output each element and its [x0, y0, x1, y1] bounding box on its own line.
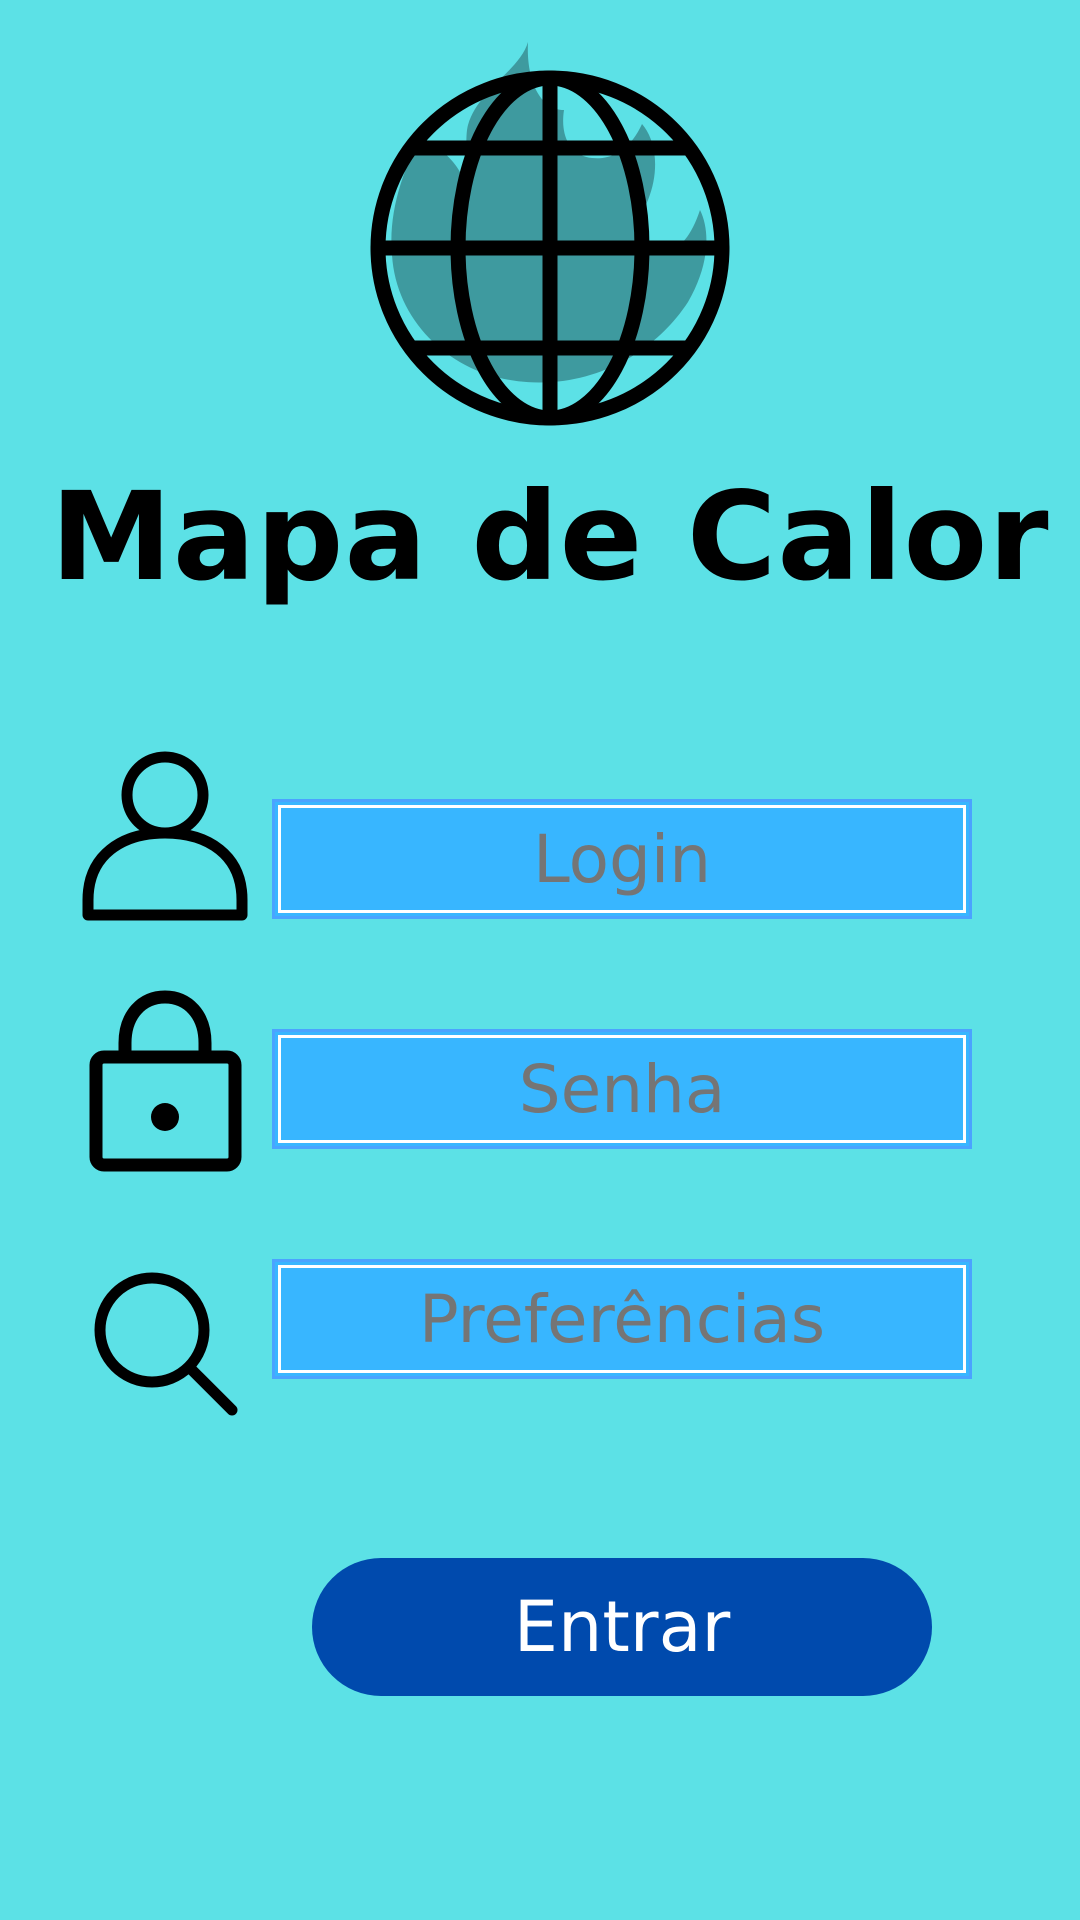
preferences-input[interactable] [278, 1265, 966, 1373]
login-field[interactable] [272, 799, 972, 919]
enter-button[interactable]: Entrar [312, 1558, 932, 1696]
globe-icon [370, 42, 730, 426]
preferences-field[interactable] [272, 1259, 972, 1379]
lock-icon [89, 990, 242, 1172]
login-screen: Mapa de Calor Entrar [0, 0, 1080, 1920]
search-icon [94, 1272, 238, 1416]
user-icon [82, 751, 248, 921]
password-field[interactable] [272, 1029, 972, 1149]
login-input[interactable] [278, 805, 966, 913]
password-input[interactable] [278, 1035, 966, 1143]
page-title: Mapa de Calor [50, 466, 1050, 608]
